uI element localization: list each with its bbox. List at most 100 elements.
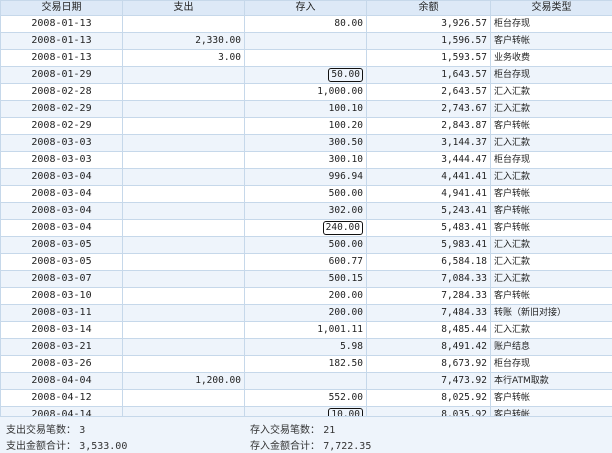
cell-type: 汇入汇款	[491, 271, 612, 288]
cell-type: 客户转帐	[491, 118, 612, 135]
cell-date: 2008-03-07	[1, 271, 123, 288]
table-row[interactable]: 2008-03-04996.944,441.41汇入汇款	[1, 169, 612, 186]
cell-deposit: 80.00	[245, 16, 367, 33]
withdrawal-count-value: 3	[79, 425, 85, 436]
column-header-deposit[interactable]: 存入	[245, 1, 367, 16]
cell-type: 客户转帐	[491, 33, 612, 50]
cell-type: 汇入汇款	[491, 84, 612, 101]
cell-balance: 7,084.33	[367, 271, 491, 288]
cell-balance: 4,941.41	[367, 186, 491, 203]
cell-withdrawal	[123, 152, 245, 169]
cell-date: 2008-03-26	[1, 356, 123, 373]
cell-type: 柜台存现	[491, 16, 612, 33]
cell-type: 柜台存现	[491, 152, 612, 169]
cell-type: 柜台存现	[491, 67, 612, 84]
cell-date: 2008-02-29	[1, 118, 123, 135]
cell-balance: 8,673.92	[367, 356, 491, 373]
table-row[interactable]: 2008-03-215.988,491.42账户结息	[1, 339, 612, 356]
cell-type: 柜台存现	[491, 356, 612, 373]
cell-balance: 8,491.42	[367, 339, 491, 356]
cell-type: 业务收费	[491, 50, 612, 67]
table-row[interactable]: 2008-03-26 182.508,673.92柜台存现	[1, 356, 612, 373]
cell-deposit: 100.20	[245, 118, 367, 135]
deposit-count: 存入交易笔数： 21	[250, 421, 335, 436]
withdrawal-count-label: 支出交易笔数：	[6, 425, 76, 436]
cell-withdrawal: 1,200.00	[123, 373, 245, 390]
table-row[interactable]: 2008-02-29100.202,843.87客户转帐	[1, 118, 612, 135]
cell-date: 2008-03-04	[1, 203, 123, 220]
cell-deposit: 500.00	[245, 237, 367, 254]
cell-withdrawal	[123, 390, 245, 407]
cell-deposit: 500.00	[245, 186, 367, 203]
cell-deposit	[245, 33, 367, 50]
cell-type: 汇入汇款	[491, 135, 612, 152]
cell-withdrawal	[123, 288, 245, 305]
cell-type: 汇入汇款	[491, 254, 612, 271]
table-row[interactable]: 2008-03-05600.776,584.18汇入汇款	[1, 254, 612, 271]
cell-deposit: 302.00	[245, 203, 367, 220]
table-row[interactable]: 2008-01-29 50.00 1,643.57柜台存现	[1, 67, 612, 84]
table-row[interactable]: 2008-03-05500.005,983.41汇入汇款	[1, 237, 612, 254]
table-row[interactable]: 2008-02-29100.102,743.67汇入汇款	[1, 101, 612, 118]
deposit-count-label: 存入交易笔数：	[250, 425, 320, 436]
table-row[interactable]: 2008-03-03300.503,144.37汇入汇款	[1, 135, 612, 152]
cell-date: 2008-01-13	[1, 33, 123, 50]
cell-deposit: 100.10	[245, 101, 367, 118]
deposit-total-value: 7,722.35	[323, 441, 371, 452]
table-row[interactable]: 2008-02-281,000.002,643.57汇入汇款	[1, 84, 612, 101]
cell-withdrawal	[123, 305, 245, 322]
cell-deposit: 300.10	[245, 152, 367, 169]
table-row[interactable]: 2008-01-133.001,593.57业务收费	[1, 50, 612, 67]
cell-balance: 8,485.44	[367, 322, 491, 339]
table-row[interactable]: 2008-04-041,200.007,473.92本行ATM取款	[1, 373, 612, 390]
cell-deposit: 552.00	[245, 390, 367, 407]
column-header-type[interactable]: 交易类型	[491, 1, 612, 16]
cell-withdrawal: 2,330.00	[123, 33, 245, 50]
table-row[interactable]: 2008-03-03 300.103,444.47柜台存现	[1, 152, 612, 169]
table-row[interactable]: 2008-03-04500.004,941.41客户转帐	[1, 186, 612, 203]
cell-date: 2008-03-10	[1, 288, 123, 305]
table-row[interactable]: 2008-01-1380.003,926.57柜台存现	[1, 16, 612, 33]
cell-withdrawal	[123, 322, 245, 339]
table-row[interactable]: 2008-03-07500.157,084.33汇入汇款	[1, 271, 612, 288]
cell-date: 2008-03-11	[1, 305, 123, 322]
cell-date: 2008-01-29	[1, 67, 123, 84]
table-row[interactable]: 2008-03-04302.005,243.41客户转帐	[1, 203, 612, 220]
transaction-table: 交易日期 支出 存入 余额 交易类型 2008-01-1380.003,926.…	[0, 0, 612, 424]
table-row[interactable]: 2008-03-11200.007,484.33转账（新旧对接）	[1, 305, 612, 322]
statement-panel: 交易日期 支出 存入 余额 交易类型 2008-01-1380.003,926.…	[0, 0, 612, 452]
cell-balance: 5,243.41	[367, 203, 491, 220]
deposit-total: 存入金额合计： 7,722.35	[250, 437, 371, 452]
table-row[interactable]: 2008-03-04240.005,483.41客户转帐	[1, 220, 612, 237]
column-header-date[interactable]: 交易日期	[1, 1, 123, 16]
column-header-withdrawal[interactable]: 支出	[123, 1, 245, 16]
cell-date: 2008-03-03	[1, 152, 123, 169]
table-row[interactable]: 2008-01-132,330.001,596.57客户转帐	[1, 33, 612, 50]
table-header-row: 交易日期 支出 存入 余额 交易类型	[1, 1, 612, 16]
cell-deposit	[245, 50, 367, 67]
table-row[interactable]: 2008-04-12552.008,025.92客户转帐	[1, 390, 612, 407]
cell-balance: 1,643.57	[367, 67, 491, 84]
column-header-balance[interactable]: 余额	[367, 1, 491, 16]
cell-balance: 8,025.92	[367, 390, 491, 407]
cell-balance: 5,983.41	[367, 237, 491, 254]
table-row[interactable]: 2008-03-141,001.118,485.44汇入汇款	[1, 322, 612, 339]
cell-balance: 7,473.92	[367, 373, 491, 390]
cell-type: 汇入汇款	[491, 237, 612, 254]
cell-deposit: 182.50	[245, 356, 367, 373]
cell-deposit: 996.94	[245, 169, 367, 186]
cell-date: 2008-02-29	[1, 101, 123, 118]
cell-balance: 3,926.57	[367, 16, 491, 33]
cell-withdrawal	[123, 220, 245, 237]
cell-date: 2008-03-21	[1, 339, 123, 356]
cell-date: 2008-04-12	[1, 390, 123, 407]
cell-withdrawal	[123, 118, 245, 135]
cell-date: 2008-03-04	[1, 220, 123, 237]
cell-balance: 5,483.41	[367, 220, 491, 237]
table-row[interactable]: 2008-03-10200.007,284.33客户转帐	[1, 288, 612, 305]
cell-type: 汇入汇款	[491, 322, 612, 339]
circled-amount: 50.00	[328, 68, 363, 82]
cell-balance: 3,444.47	[367, 152, 491, 169]
cell-deposit: 240.00	[245, 220, 367, 237]
cell-withdrawal	[123, 135, 245, 152]
